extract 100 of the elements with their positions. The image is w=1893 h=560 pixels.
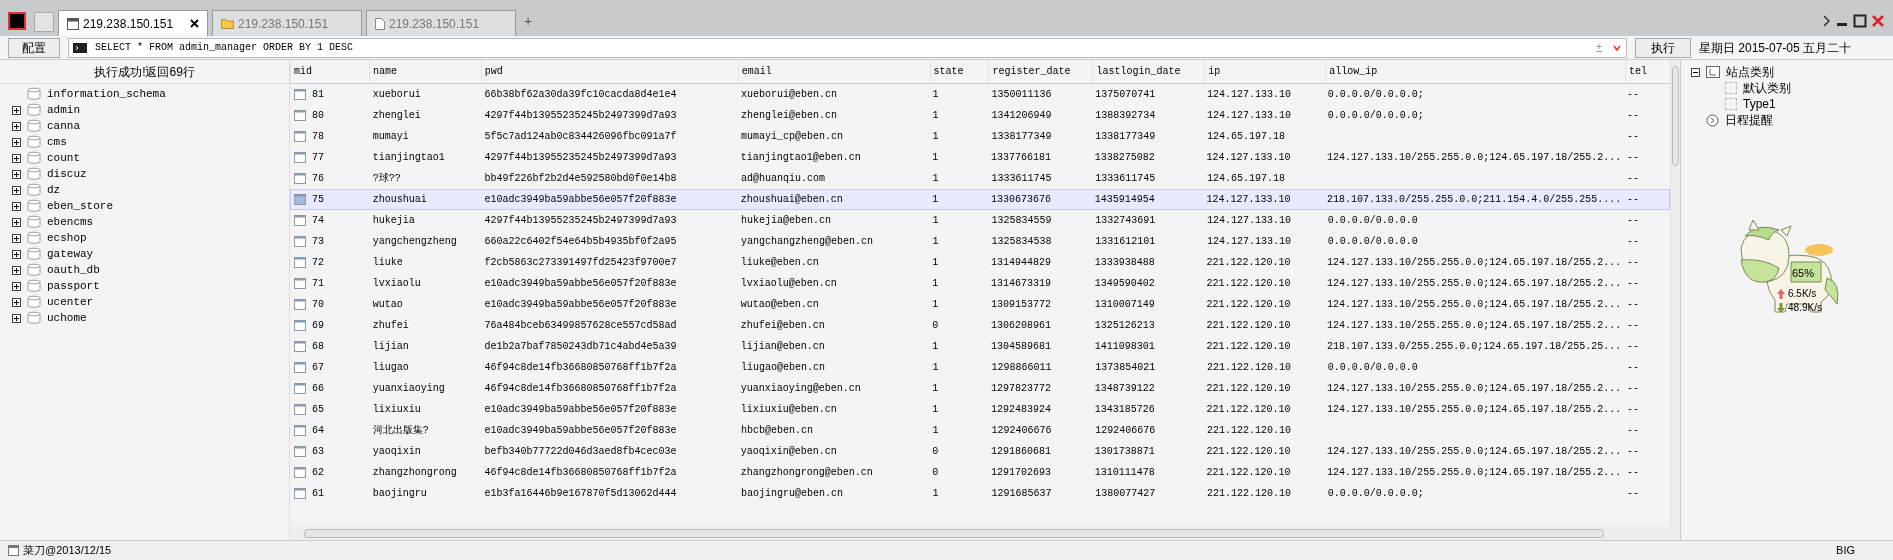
table-cell-text: 1411098301 bbox=[1094, 340, 1155, 354]
tree-item[interactable]: 站点类别 bbox=[1726, 63, 1774, 81]
tab[interactable]: 219.238.150.151 bbox=[366, 10, 516, 36]
table-row[interactable]: 76 ?球?? bb49f226bf2b2d4e592580bd0f0e14b8 ad@huanqiu.com 1 1333611745 1333611745 124.65.197.18 -- bbox=[290, 168, 1670, 189]
database-item[interactable]: passport bbox=[47, 277, 100, 295]
database-item[interactable]: canna bbox=[47, 117, 80, 135]
table-cell-text: e10adc3949ba59abbe56e057f20f883e bbox=[484, 193, 677, 207]
table-cell-text: 1349590402 bbox=[1094, 277, 1155, 291]
expand-icon[interactable] bbox=[12, 121, 21, 131]
table-cell-text: befb340b77722d046d3aed8fb4cec03e bbox=[484, 445, 677, 459]
table-row[interactable]: 81 xueborui 66b38bf62a30da39fc10cacda8d4e1e4 xueborui@eben.cn 1 1350011136 1375070741 124.127.133.10 0.0.0.0/0.0.0.0; -- bbox=[290, 84, 1670, 105]
expand-icon[interactable] bbox=[12, 281, 21, 291]
column-header[interactable]: email bbox=[737, 60, 930, 83]
table-row[interactable]: 72 liuke f2cb5863c273391497fd25423f9700e7 liuke@eben.cn 1 1314944829 1333938488 221.122.120.10 124.127.133.10/255.255.0.0;124.65.197.18/255.2... -- bbox=[290, 252, 1670, 273]
expand-icon[interactable] bbox=[12, 105, 21, 115]
expand-icon[interactable] bbox=[12, 169, 21, 179]
sql-field[interactable]: SELECT * FROM admin_manager ORDER BY 1 DESC bbox=[68, 37, 1627, 58]
table-cell-text: lvxiaolu bbox=[372, 277, 421, 291]
column-header[interactable]: ip bbox=[1204, 60, 1326, 83]
table-row[interactable]: 63 yaoqixin befb340b77722d046d3aed8fb4cec03e yaoqixin@eben.cn 0 1291860681 1301738871 221.122.120.10 124.127.133.10/255.255.0.0;124.65.197.18/255.2... -- bbox=[290, 441, 1670, 462]
database-item[interactable]: eben_store bbox=[47, 197, 113, 215]
maximize-icon[interactable] bbox=[1853, 14, 1867, 28]
expand-icon[interactable] bbox=[12, 249, 21, 259]
table-cell-text: -- bbox=[1627, 319, 1640, 333]
expand-icon[interactable] bbox=[12, 153, 21, 163]
new-tab-button[interactable]: + bbox=[520, 11, 537, 32]
table-row[interactable]: 80 zhenglei 4297f44b13955235245b2497399d7a93 zhenglei@eben.cn 1 1341206949 1388392734 124.127.133.10 0.0.0.0/0.0.0.0; -- bbox=[290, 105, 1670, 126]
table-cell-text: 1325126213 bbox=[1094, 319, 1155, 333]
table-row[interactable]: 69 zhufei 76a484bceb63499857628ce557cd58ad zhufei@eben.cn 0 1306208961 1325126213 221.122.120.10 124.127.133.10/255.255.0.0;124.65.197.18/255.2... -- bbox=[290, 315, 1670, 336]
execute-button[interactable]: 执行 bbox=[1635, 37, 1691, 58]
table-row[interactable]: 62 zhangzhongrong 46f94c8de14fb36680850768ff1b7f2a zhangzhongrong@eben.cn 0 1291702693 1310111478 221.122.120.10 124.127.133.10/255.255.0.0;124.65.197.18/255.2... -- bbox=[290, 462, 1670, 483]
scrollbar-thumb[interactable] bbox=[1672, 66, 1679, 166]
database-icon bbox=[27, 87, 41, 101]
database-item[interactable]: discuz bbox=[47, 165, 87, 183]
column-header[interactable]: lastlogin_date bbox=[1092, 60, 1205, 83]
table-row[interactable]: 61 baojingru e1b3fa16446b9e167870f5d13062d444 baojingru@eben.cn 1 1291685637 1380077427 221.122.120.10 0.0.0.0/0.0.0.0; -- bbox=[290, 483, 1670, 504]
table-cell-text: 221.122.120.10 bbox=[1206, 340, 1291, 354]
expand-icon[interactable] bbox=[12, 137, 21, 147]
column-header[interactable]: allow_ip bbox=[1325, 60, 1625, 83]
chevron-right-icon[interactable] bbox=[1823, 15, 1831, 27]
app-icon[interactable] bbox=[8, 12, 26, 30]
table-cell-text: 124.127.133.10 bbox=[1206, 193, 1291, 207]
table-cell-text: 5f5c7ad124ab0c834426096fbc091a7f bbox=[484, 130, 677, 144]
database-item[interactable]: dz bbox=[47, 181, 61, 199]
collapse-icon[interactable] bbox=[1691, 67, 1700, 77]
table-cell-text: 1 bbox=[932, 214, 939, 228]
table-row[interactable]: 75 zhoushuai e10adc3949ba59abbe56e057f20f883e zhoushuai@eben.cn 1 1330673676 1435914954 124.127.133.10 218.107.133.0/255.255.0.0;211.154.4.0/255.255.... -- bbox=[290, 189, 1670, 210]
expand-icon[interactable] bbox=[12, 185, 21, 195]
database-item[interactable]: uchome bbox=[47, 309, 87, 327]
table-cell-text: 69 bbox=[312, 319, 324, 333]
table-cell-text: -- bbox=[1627, 424, 1640, 438]
table-row[interactable]: 64 河北出版集? e10adc3949ba59abbe56e057f20f883e hbcb@eben.cn 1 1292406676 1292406676 221.122.120.10 -- bbox=[290, 420, 1670, 441]
table-cell-text: 1350011136 bbox=[991, 88, 1052, 102]
table-row[interactable]: 65 lixiuxiu e10adc3949ba59abbe56e057f20f883e lixiuxiu@eben.cn 1 1292483924 1343185726 221.122.120.10 124.127.133.10/255.255.0.0;124.65.197.18/255.2... -- bbox=[290, 399, 1670, 420]
table-cell-text: 124.127.133.10/255.255.0.0;124.65.197.18/255.2... bbox=[1327, 466, 1622, 480]
table-row[interactable]: 78 mumayi 5f5c7ad124ab0c834426096fbc091a7f mumayi_cp@eben.cn 1 1338177349 1338177349 124.65.197.18 -- bbox=[290, 126, 1670, 147]
expand-icon[interactable] bbox=[12, 217, 21, 227]
table-cell-text: 0.0.0.0/0.0.0.0 bbox=[1327, 214, 1418, 228]
database-icon bbox=[27, 151, 41, 165]
table-cell-text: 660a22c6402f54e64b5b4935bf0f2a95 bbox=[484, 235, 677, 249]
row-icon bbox=[294, 320, 306, 331]
table-row[interactable]: 67 liugao 46f94c8de14fb36680850768ff1b7f2a liugao@eben.cn 1 1298866011 1373854021 221.122.120.10 0.0.0.0/0.0.0.0 -- bbox=[290, 357, 1670, 378]
row-icon bbox=[294, 215, 306, 226]
config-button[interactable]: 配置 bbox=[8, 37, 60, 58]
table-row[interactable]: 70 wutao e10adc3949ba59abbe56e057f20f883e wutao@eben.cn 1 1309153772 1310007149 221.122.120.10 124.127.133.10/255.255.0.0;124.65.197.18/255.2... -- bbox=[290, 294, 1670, 315]
tab[interactable]: 219.238.150.151 bbox=[212, 10, 362, 36]
database-item[interactable]: oauth_db bbox=[47, 261, 100, 279]
tree-item[interactable]: 默认类别 bbox=[1743, 79, 1791, 97]
database-item[interactable]: cms bbox=[47, 133, 67, 151]
column-header[interactable]: state bbox=[929, 60, 989, 83]
column-header[interactable]: tel bbox=[1625, 60, 1670, 83]
database-item[interactable]: gateway bbox=[47, 245, 94, 263]
database-item[interactable]: ucenter bbox=[47, 293, 94, 311]
database-item[interactable]: information_schema bbox=[47, 85, 166, 103]
plus-minus-icon[interactable] bbox=[1594, 42, 1604, 53]
database-item[interactable]: ecshop bbox=[47, 229, 87, 247]
tree-item[interactable]: Type1 bbox=[1743, 95, 1776, 113]
expand-icon[interactable] bbox=[12, 201, 21, 211]
table-row[interactable]: 66 yuanxiaoying 46f94c8de14fb36680850768ff1b7f2a yuanxiaoying@eben.cn 1 1297823772 1348739122 221.122.120.10 124.127.133.10/255.255.0.0;124.65.197.18/255.2... -- bbox=[290, 378, 1670, 399]
table-row[interactable]: 77 tianjingtao1 4297f44b13955235245b2497399d7a93 tianjingtao1@eben.cn 1 1337766181 1338275082 124.127.133.10 124.127.133.10/255.255.0.0;124.65.197.18/255.2... -- bbox=[290, 147, 1670, 168]
table-row[interactable]: 74 hukejia 4297f44b13955235245b2497399d7a93 hukejia@eben.cn 1 1325834559 1332743691 124.127.133.10 0.0.0.0/0.0.0.0 -- bbox=[290, 210, 1670, 231]
table-row[interactable]: 73 yangchengzheng 660a22c6402f54e64b5b4935bf0f2a95 yangchangzheng@eben.cn 1 1325834538 1331612101 124.127.133.10 0.0.0.0/0.0.0.0 -- bbox=[290, 231, 1670, 252]
expand-icon[interactable] bbox=[12, 265, 21, 275]
tab[interactable]: 219.238.150.151 bbox=[58, 10, 208, 36]
table-row[interactable]: 71 lvxiaolu e10adc3949ba59abbe56e057f20f883e lvxiaolu@eben.cn 1 1314673319 1349590402 221.122.120.10 124.127.133.10/255.255.0.0;124.65.197.18/255.2... -- bbox=[290, 273, 1670, 294]
tree-item[interactable]: 日程提醒 bbox=[1725, 111, 1773, 129]
close-icon[interactable] bbox=[190, 19, 199, 28]
column-header[interactable]: pwd bbox=[480, 60, 738, 83]
table-cell-text: 73 bbox=[312, 235, 324, 249]
column-header[interactable]: register_date bbox=[988, 60, 1093, 83]
database-item[interactable]: ebencms bbox=[47, 213, 94, 231]
expand-icon[interactable] bbox=[12, 297, 21, 307]
expand-icon[interactable] bbox=[12, 233, 21, 243]
database-item[interactable]: admin bbox=[47, 101, 80, 119]
database-item[interactable]: count bbox=[47, 149, 80, 167]
scrollbar-thumb[interactable] bbox=[304, 528, 1604, 538]
expand-icon[interactable] bbox=[12, 313, 21, 323]
column-header[interactable]: name bbox=[368, 60, 481, 83]
column-header[interactable]: mid bbox=[290, 60, 369, 83]
table-row[interactable]: 68 lijian de1b2a7baf7850243db71c4abd4e5a39 lijian@eben.cn 1 1304589681 1411098301 221.122.120.10 218.107.133.0/255.255.0.0;124.65.197.18/255.25... -- bbox=[290, 336, 1670, 357]
